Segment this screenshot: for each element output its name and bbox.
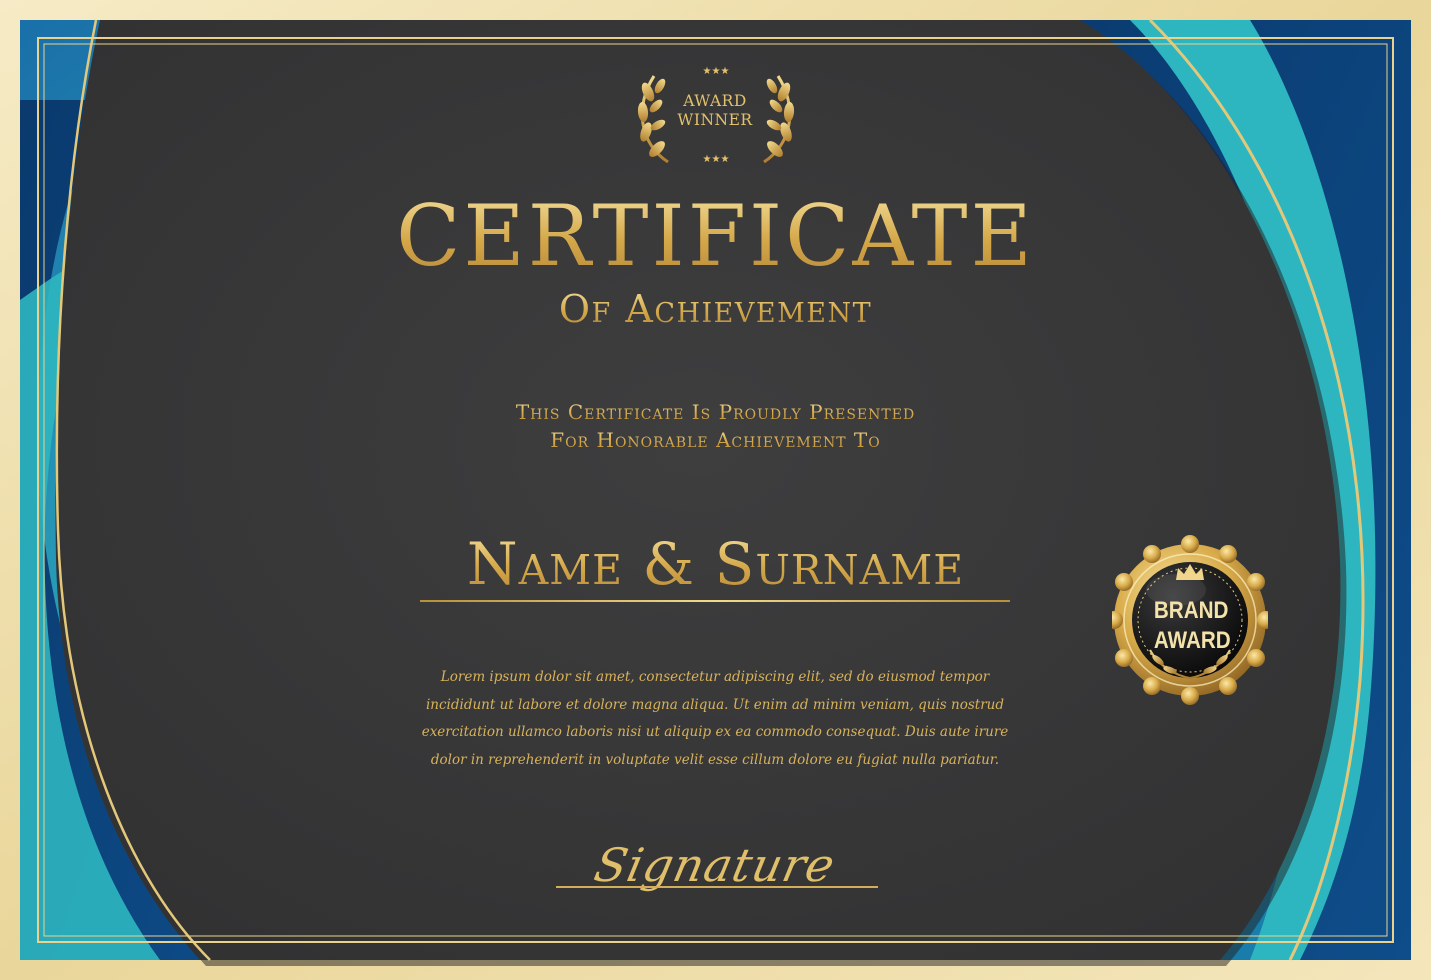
certificate: ★★★ ★★★ AWARD WINNER CERTIFICATE Of Achi… <box>0 0 1431 980</box>
signature-line <box>556 886 878 888</box>
signature: Signature <box>589 838 841 892</box>
svg-text:★★★: ★★★ <box>703 66 730 77</box>
presented-line-1: This Certificate Is Proudly Presented <box>0 398 1431 426</box>
certificate-title: CERTIFICATE <box>0 186 1431 286</box>
crown-icon <box>1176 564 1204 580</box>
seal-line-2: AWARD <box>1153 627 1231 654</box>
award-line-1: AWARD <box>683 92 747 110</box>
award-winner-label: AWARD WINNER <box>655 92 775 130</box>
seal-label: BRAND AWARD <box>1153 596 1231 656</box>
name-underline <box>420 600 1010 602</box>
presented-line-2: For Honorable Achievement To <box>0 426 1431 454</box>
certificate-body-text: Lorem ipsum dolor sit amet, consectetur … <box>421 669 1009 768</box>
svg-text:★★★: ★★★ <box>703 154 730 165</box>
certificate-subtitle: Of Achievement <box>0 286 1431 332</box>
award-line-2: WINNER <box>677 111 753 129</box>
seal-line-1: BRAND <box>1153 597 1229 624</box>
